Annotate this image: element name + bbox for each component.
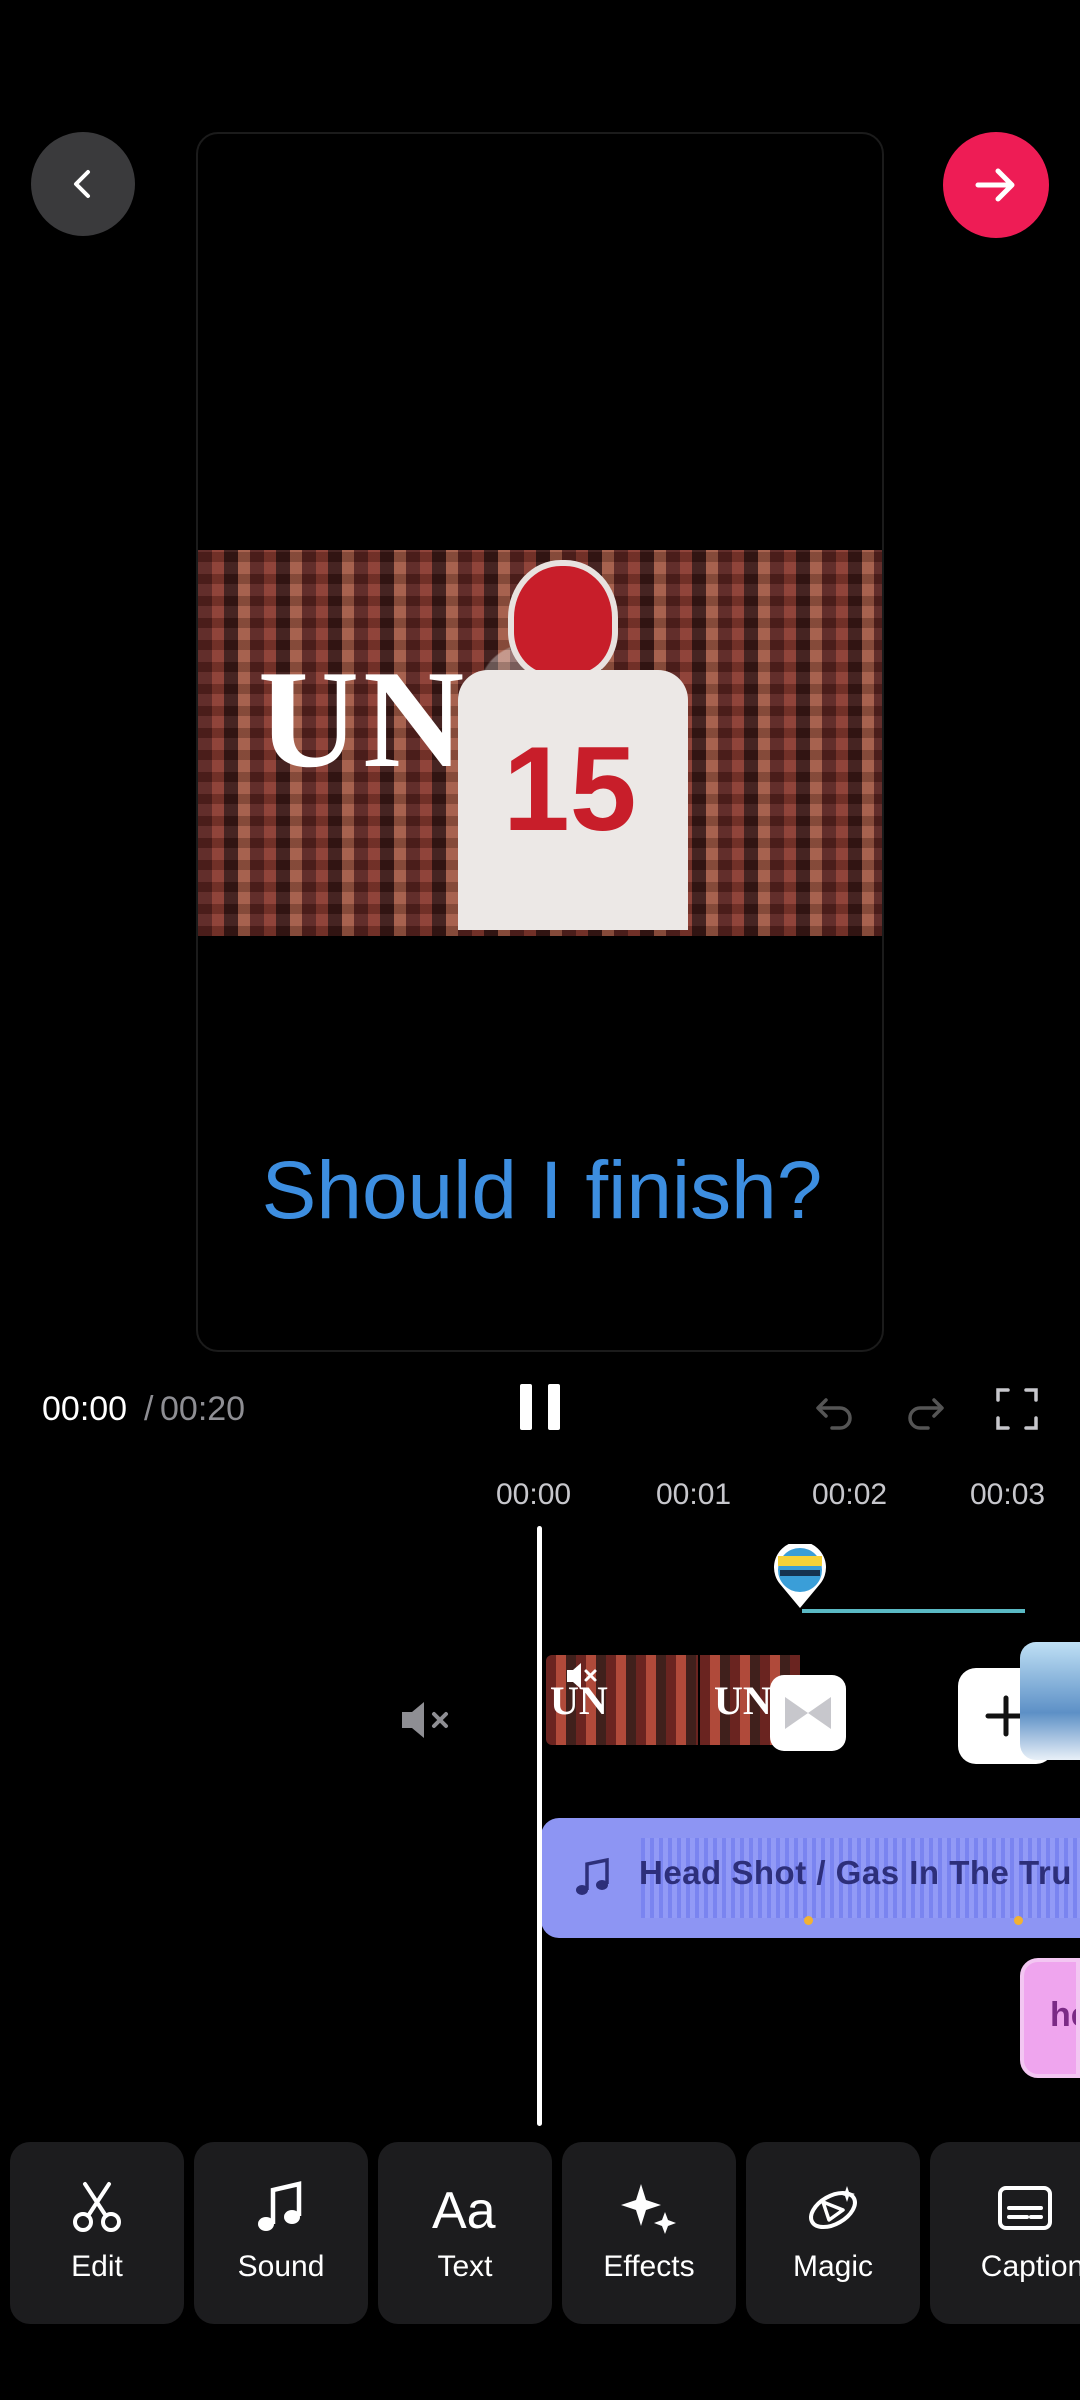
text-aa-icon: Aa bbox=[432, 2182, 496, 2236]
speaker-muted-icon bbox=[402, 1702, 448, 1738]
timeline-tick: 00:02 bbox=[812, 1478, 888, 1511]
sticker-marker[interactable] bbox=[770, 1541, 830, 1610]
tool-label: Effects bbox=[603, 2250, 695, 2283]
back-button[interactable] bbox=[31, 132, 135, 236]
jersey-number: 15 bbox=[503, 722, 637, 856]
tool-label: Text bbox=[437, 2250, 493, 2283]
tool-text[interactable]: Aa Text bbox=[378, 2142, 552, 2324]
tool-label: Magic bbox=[792, 2250, 874, 2283]
pause-icon bbox=[520, 1384, 532, 1430]
captions-icon bbox=[998, 2186, 1052, 2230]
timeline-tick: 00:00 bbox=[496, 1478, 572, 1511]
pause-button[interactable] bbox=[520, 1384, 560, 1438]
sparkles-icon bbox=[621, 2184, 676, 2234]
arrow-right-icon bbox=[975, 168, 1015, 202]
sound-title: Head Shot / Gas In The Tru bbox=[639, 1854, 1072, 1891]
track-mute-button[interactable] bbox=[398, 1696, 458, 1744]
video-preview[interactable]: UNI E 15 Should I finish? bbox=[196, 132, 884, 1352]
beat-marker bbox=[1014, 1916, 1023, 1925]
magic-icon bbox=[809, 2186, 857, 2230]
undo-button[interactable] bbox=[812, 1386, 858, 1432]
total-time: 00:20 bbox=[160, 1390, 246, 1428]
tool-magic[interactable]: Magic bbox=[746, 2142, 920, 2324]
scissors-icon bbox=[73, 2182, 121, 2232]
time-separator: / bbox=[144, 1390, 154, 1428]
tool-edit[interactable]: Edit bbox=[10, 2142, 184, 2324]
clip-muted-indicator bbox=[565, 1660, 601, 1692]
text-track[interactable]: he bbox=[1020, 1958, 1080, 2078]
transition-button[interactable] bbox=[770, 1675, 846, 1751]
svg-text:Aa: Aa bbox=[432, 2182, 496, 2236]
sticker-duration-bar[interactable] bbox=[802, 1609, 1025, 1613]
fullscreen-icon bbox=[996, 1388, 1038, 1430]
speaker-muted-icon bbox=[567, 1663, 597, 1689]
tool-captions[interactable]: Captions bbox=[930, 2142, 1080, 2324]
playhead[interactable] bbox=[537, 1526, 542, 2126]
tool-label: Captions bbox=[980, 2250, 1080, 2283]
fullscreen-button[interactable] bbox=[994, 1386, 1040, 1432]
timeline-tick: 00:03 bbox=[970, 1478, 1046, 1511]
tool-label: Sound bbox=[237, 2250, 325, 2283]
undo-icon bbox=[816, 1398, 852, 1430]
tool-sound[interactable]: Sound bbox=[194, 2142, 368, 2324]
tool-effects[interactable]: Effects bbox=[562, 2142, 736, 2324]
chevron-left-icon bbox=[74, 170, 90, 198]
video-frame: UNI E 15 bbox=[198, 550, 882, 936]
sound-track[interactable]: Head Shot / Gas In The Tru bbox=[541, 1818, 1080, 1938]
player-figure: 15 bbox=[458, 550, 688, 936]
current-time: 00:00 bbox=[42, 1390, 128, 1428]
caption-text[interactable]: Should I finish? bbox=[198, 1144, 882, 1238]
video-clip-thumbnail[interactable] bbox=[1020, 1642, 1080, 1760]
text-track-label: he bbox=[1050, 1996, 1076, 2034]
next-button[interactable] bbox=[943, 132, 1049, 238]
redo-button[interactable] bbox=[902, 1386, 948, 1432]
redo-icon bbox=[908, 1398, 944, 1430]
transition-icon bbox=[785, 1697, 831, 1729]
music-note-icon bbox=[571, 1856, 615, 1900]
beat-marker bbox=[804, 1916, 813, 1925]
tool-label: Edit bbox=[71, 2250, 123, 2283]
music-note-icon bbox=[258, 2181, 302, 2231]
pin-icon bbox=[774, 1541, 826, 1608]
timeline-tick: 00:01 bbox=[656, 1478, 732, 1511]
